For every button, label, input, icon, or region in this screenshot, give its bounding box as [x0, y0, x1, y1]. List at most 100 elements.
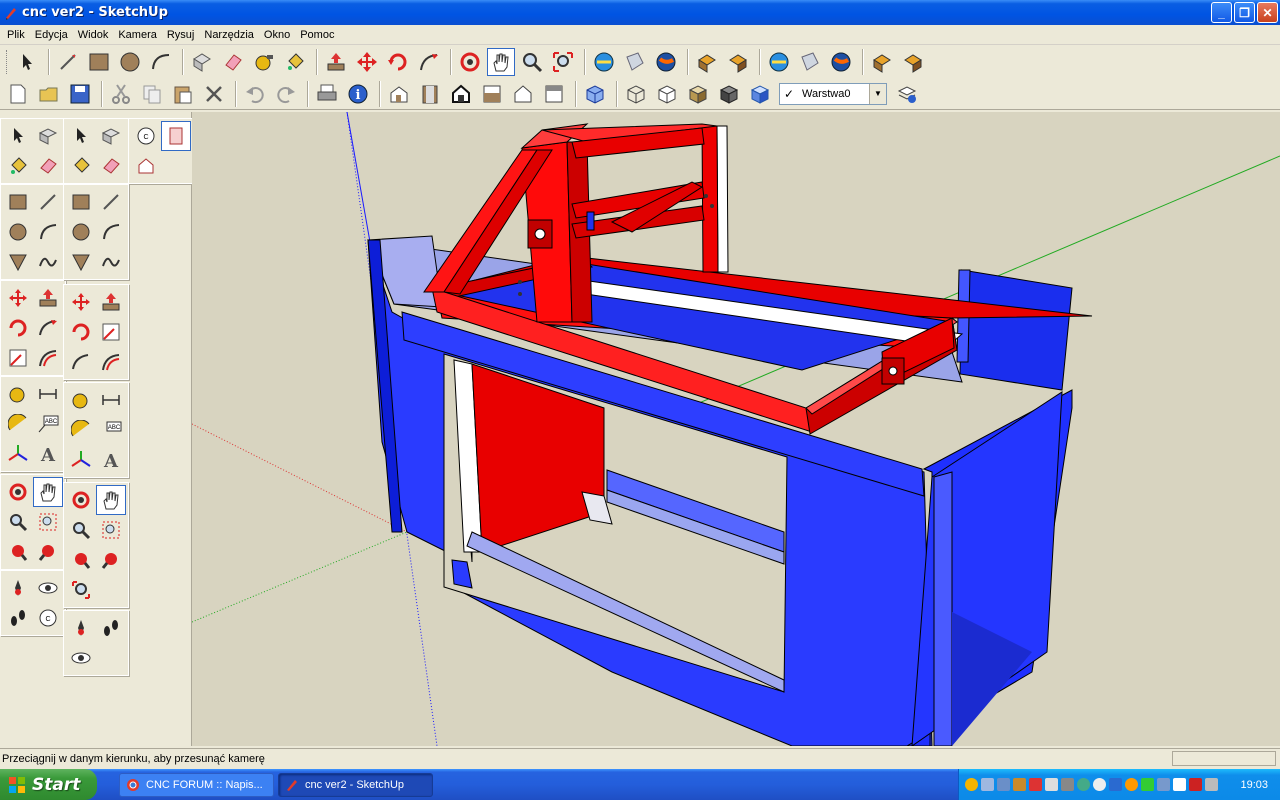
paint-bucket-icon[interactable]	[281, 48, 309, 76]
model-info-icon[interactable]: i	[344, 80, 372, 108]
zoom-icon[interactable]	[3, 507, 33, 537]
previous-view-icon[interactable]	[66, 545, 96, 575]
tray-power-icon[interactable]	[1205, 778, 1218, 791]
previous-view-icon[interactable]	[3, 537, 33, 567]
zoom-window-icon[interactable]	[33, 507, 63, 537]
position-camera-icon[interactable]	[3, 573, 33, 603]
follow-me-icon[interactable]	[66, 347, 96, 377]
component-attributes-icon-2[interactable]	[899, 48, 927, 76]
push-pull-icon[interactable]	[96, 287, 126, 317]
section-plane-icon[interactable]: C	[33, 603, 63, 633]
toolbar-grip[interactable]	[6, 50, 9, 74]
layer-manager-icon[interactable]	[893, 80, 921, 108]
tape-measure-icon[interactable]	[3, 379, 33, 409]
next-view-icon[interactable]	[96, 545, 126, 575]
eraser-icon[interactable]	[219, 48, 247, 76]
google-earth-icon[interactable]	[652, 48, 680, 76]
display-section-planes-icon[interactable]	[161, 121, 191, 151]
tray-network-icon[interactable]	[981, 778, 994, 791]
component-options-icon-2[interactable]	[868, 48, 896, 76]
freehand-icon[interactable]	[96, 247, 126, 277]
tray-clock-icon[interactable]	[1093, 778, 1106, 791]
look-around-icon[interactable]	[66, 643, 96, 673]
right-view-icon[interactable]	[478, 80, 506, 108]
layer-dropdown[interactable]: ✓ Warstwa0 ▼	[779, 82, 887, 105]
start-button[interactable]: Start	[0, 769, 97, 800]
make-component-icon[interactable]	[33, 121, 63, 151]
arc-icon[interactable]	[96, 217, 126, 247]
arc-icon[interactable]	[33, 217, 63, 247]
make-component-icon[interactable]	[188, 48, 216, 76]
menu-widok[interactable]: Widok	[73, 29, 114, 41]
share-model-icon[interactable]	[621, 48, 649, 76]
text-label-icon[interactable]: ABC	[33, 409, 63, 439]
push-pull-icon[interactable]	[33, 283, 63, 313]
tray-globe-icon[interactable]	[1077, 778, 1090, 791]
component-options-icon[interactable]	[693, 48, 721, 76]
circle-icon[interactable]	[3, 217, 33, 247]
zoom-window-icon[interactable]	[96, 515, 126, 545]
scale-icon[interactable]	[3, 343, 33, 373]
dimension-icon[interactable]	[33, 379, 63, 409]
offset-icon[interactable]	[96, 347, 126, 377]
text-label-icon[interactable]: ABC	[96, 415, 126, 445]
pan-icon[interactable]	[33, 477, 63, 507]
rectangle-icon[interactable]	[85, 48, 113, 76]
3d-text-icon[interactable]: A	[33, 439, 63, 469]
tape-measure-icon[interactable]	[250, 48, 278, 76]
menu-narzedzia[interactable]: Narzędzia	[199, 29, 259, 41]
print-icon[interactable]	[313, 80, 341, 108]
tray-display-icon[interactable]	[1157, 778, 1170, 791]
tray-monitor-icon[interactable]	[997, 778, 1010, 791]
component-attributes-icon[interactable]	[724, 48, 752, 76]
protractor-icon[interactable]	[3, 409, 33, 439]
arc-icon[interactable]	[147, 48, 175, 76]
shaded-icon[interactable]	[684, 80, 712, 108]
paint-bucket-icon[interactable]	[3, 151, 33, 181]
orbit-icon[interactable]	[66, 485, 96, 515]
3d-text-icon[interactable]: A	[96, 445, 126, 475]
look-around-icon[interactable]	[33, 573, 63, 603]
tape-measure-icon[interactable]	[66, 385, 96, 415]
iso-view-icon[interactable]	[385, 80, 413, 108]
drawing-viewport[interactable]	[192, 112, 1280, 746]
get-models-icon-2[interactable]	[765, 48, 793, 76]
taskbar-item-browser[interactable]: CNC FORUM :: Napis...	[119, 772, 274, 797]
scale-icon[interactable]	[96, 317, 126, 347]
select-icon[interactable]	[13, 48, 41, 76]
chevron-down-icon[interactable]: ▼	[869, 83, 886, 104]
menu-edycja[interactable]: Edycja	[30, 29, 73, 41]
minimize-button[interactable]: _	[1211, 2, 1232, 23]
walk-icon[interactable]	[3, 603, 33, 633]
rotate-icon[interactable]	[384, 48, 412, 76]
restore-button[interactable]: ❐	[1234, 2, 1255, 23]
left-view-icon[interactable]	[540, 80, 568, 108]
tray-sun-icon[interactable]	[965, 778, 978, 791]
undo-icon[interactable]	[241, 80, 269, 108]
tray-chat-icon[interactable]	[1141, 778, 1154, 791]
orbit-icon[interactable]	[3, 477, 33, 507]
google-earth-icon-2[interactable]	[827, 48, 855, 76]
menu-plik[interactable]: Plik	[2, 29, 30, 41]
delete-icon[interactable]	[200, 80, 228, 108]
position-camera-icon[interactable]	[66, 613, 96, 643]
circle-icon[interactable]	[116, 48, 144, 76]
tray-update-icon[interactable]	[1125, 778, 1138, 791]
make-component-icon[interactable]	[96, 121, 126, 151]
taskbar-item-sketchup[interactable]: cnc ver2 - SketchUp	[278, 772, 433, 797]
select-icon[interactable]	[66, 121, 96, 151]
tray-speaker-icon[interactable]	[1045, 778, 1058, 791]
circle-icon[interactable]	[66, 217, 96, 247]
rectangle-icon[interactable]	[3, 187, 33, 217]
measurements-box[interactable]	[1172, 751, 1276, 766]
follow-me-icon[interactable]	[415, 48, 443, 76]
polygon-icon[interactable]	[66, 247, 96, 277]
close-button[interactable]: ✕	[1257, 2, 1278, 23]
walk-icon[interactable]	[96, 613, 126, 643]
menu-okno[interactable]: Okno	[259, 29, 295, 41]
open-folder-icon[interactable]	[35, 80, 63, 108]
copy-icon[interactable]	[138, 80, 166, 108]
eraser-icon[interactable]	[33, 151, 63, 181]
hidden-line-icon[interactable]	[653, 80, 681, 108]
select-icon[interactable]	[3, 121, 33, 151]
